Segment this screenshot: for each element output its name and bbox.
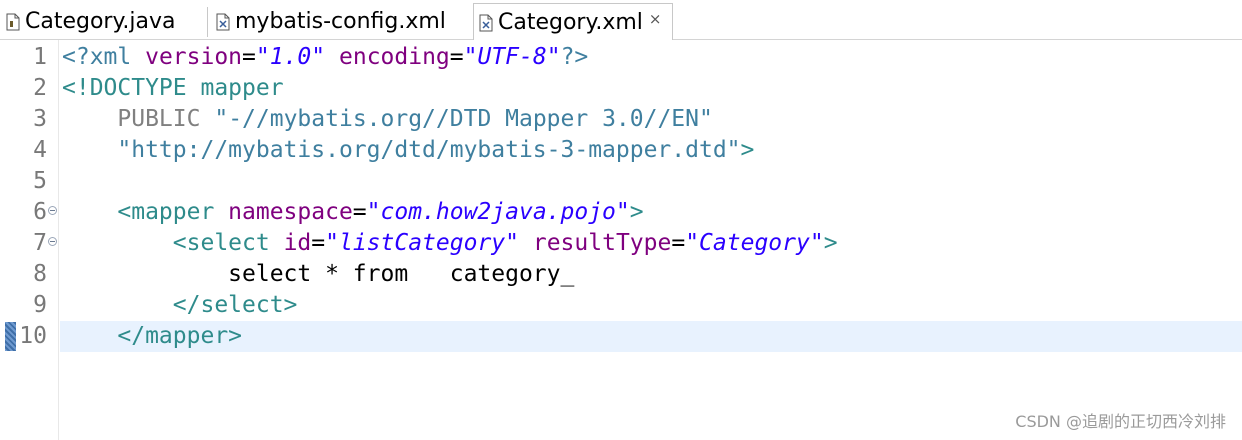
- code-token: <select: [172, 230, 284, 256]
- code-line: 3 PUBLIC "-//mybatis.org//DTD Mapper 3.0…: [0, 104, 1242, 135]
- code-text: <mapper namespace="com.how2java.pojo">: [62, 197, 644, 228]
- line-number: 1: [33, 44, 47, 70]
- code-token: </select>: [172, 292, 298, 318]
- code-editor[interactable]: 1 <?xml version="1.0" encoding="UTF-8"?> 2…: [0, 40, 1242, 440]
- code-token: "listCategory": [325, 230, 519, 256]
- code-line: 6 <mapper namespace="com.how2java.pojo">: [0, 197, 1242, 228]
- code-line: 8 select * from category_: [0, 259, 1242, 290]
- tab-label: mybatis-config.xml: [235, 9, 446, 34]
- code-text: PUBLIC "-//mybatis.org//DTD Mapper 3.0//…: [62, 104, 713, 135]
- line-number: 2: [33, 75, 47, 101]
- code-text: <select id="listCategory" resultType="Ca…: [62, 228, 838, 259]
- code-token: version: [145, 44, 243, 70]
- code-text: <?xml version="1.0" encoding="UTF-8"?>: [62, 42, 588, 73]
- code-line: 10 </mapper>: [0, 321, 1242, 352]
- code-token: =: [311, 230, 326, 256]
- code-text: "http://mybatis.org/dtd/mybatis-3-mapper…: [62, 135, 754, 166]
- tab-mybatis-config-xml[interactable]: mybatis-config.xml: [208, 3, 472, 40]
- code-line: 4 "http://mybatis.org/dtd/mybatis-3-mapp…: [0, 135, 1242, 166]
- code-token: =: [352, 199, 367, 225]
- code-token: "1.0": [255, 44, 326, 70]
- code-text: </mapper>: [62, 321, 242, 352]
- code-token: >: [629, 199, 644, 225]
- code-token: select * from category_: [62, 261, 575, 287]
- code-token: =: [242, 44, 256, 70]
- close-tab-icon[interactable]: ×: [649, 12, 662, 27]
- fold-toggle-icon[interactable]: [48, 237, 57, 246]
- line-number: 9: [33, 292, 47, 318]
- code-token: "UTF-8": [463, 44, 561, 70]
- code-token: id: [283, 230, 312, 256]
- code-text: select * from category_: [62, 259, 574, 290]
- tab-category-java[interactable]: Category.java: [2, 3, 206, 40]
- xml-file-icon: [479, 14, 493, 31]
- line-number: 6: [33, 199, 47, 225]
- code-token: "Category": [685, 230, 824, 256]
- line-number: 10: [19, 323, 47, 349]
- line-number: 7: [33, 230, 47, 256]
- code-line: 7 <select id="listCategory" resultType="…: [0, 228, 1242, 259]
- line-number: 3: [33, 106, 47, 132]
- tab-label: Category.java: [25, 9, 176, 34]
- code-token: >: [823, 230, 838, 256]
- code-token: =: [449, 44, 464, 70]
- tab-label: Category.xml: [498, 10, 643, 35]
- code-line: 2 <!DOCTYPE mapper: [0, 73, 1242, 104]
- code-token: <mapper: [117, 199, 229, 225]
- code-token: "http://mybatis.org/dtd/mybatis-3-mapper…: [117, 137, 741, 163]
- line-number: 4: [33, 137, 47, 163]
- code-token: <?xml: [62, 44, 146, 70]
- code-token: </mapper>: [117, 323, 243, 349]
- editor-tab-bar: Category.java mybatis-config.xml Categor…: [0, 0, 1242, 41]
- code-token: "-//mybatis.org//DTD Mapper 3.0//EN": [214, 106, 713, 132]
- code-line: 5: [0, 166, 1242, 197]
- code-token: =: [671, 230, 686, 256]
- code-line: 9 </select>: [0, 290, 1242, 321]
- fold-toggle-icon[interactable]: [48, 206, 57, 215]
- code-line: 1 <?xml version="1.0" encoding="UTF-8"?>: [0, 42, 1242, 73]
- code-token: ?>: [560, 44, 589, 70]
- line-number: 5: [33, 168, 47, 194]
- xml-file-icon: [216, 13, 230, 30]
- watermark: CSDN @追剧的正切西冷刘排: [1015, 412, 1226, 431]
- tab-category-xml[interactable]: Category.xml ×: [473, 3, 673, 41]
- code-token: PUBLIC: [117, 106, 201, 132]
- code-token: namespace: [228, 199, 353, 225]
- line-number: 8: [33, 261, 47, 287]
- code-token: <!DOCTYPE mapper: [62, 75, 284, 101]
- java-file-icon: [6, 13, 20, 30]
- code-token: encoding: [339, 44, 450, 70]
- code-token: >: [740, 137, 755, 163]
- code-text: </select>: [62, 290, 298, 321]
- code-token: resultType: [532, 230, 672, 256]
- code-token: "com.how2java.pojo": [366, 199, 630, 225]
- code-text: <!DOCTYPE mapper: [62, 73, 284, 104]
